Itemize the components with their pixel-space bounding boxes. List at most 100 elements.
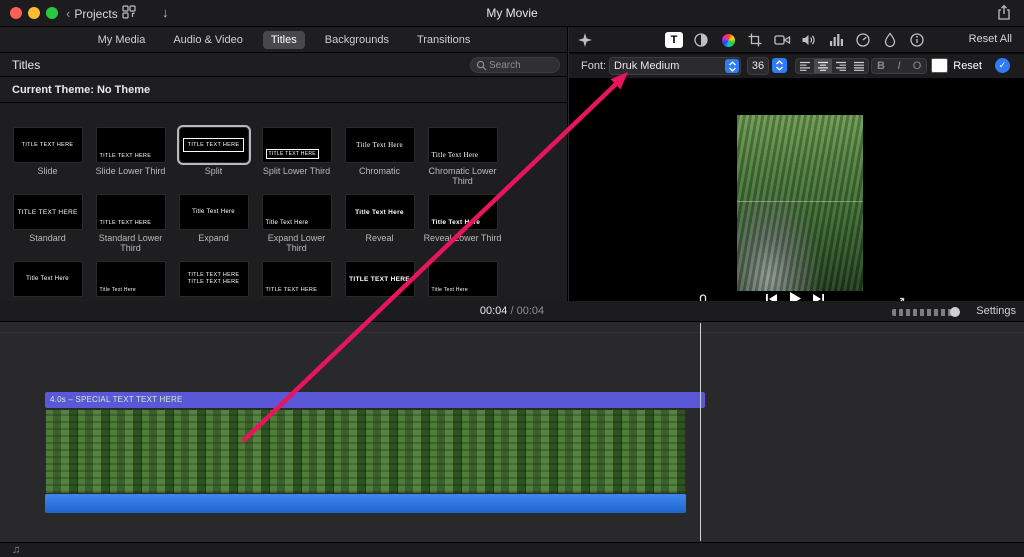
current-theme-label: Current Theme: No Theme bbox=[12, 84, 151, 96]
title-settings-icon[interactable]: T bbox=[665, 31, 683, 49]
title-cell-row3-5[interactable]: TITLE TEXT HERE bbox=[338, 261, 421, 301]
minimize-button[interactable] bbox=[28, 7, 40, 19]
viewer bbox=[569, 79, 1024, 312]
title-cell-standard-lower[interactable]: TITLE TEXT HERE Standard Lower Third bbox=[89, 194, 172, 261]
title-cell-chromatic-lower[interactable]: Title Text Here Chromatic Lower Third bbox=[421, 127, 504, 194]
reset-all-button[interactable]: Reset All bbox=[969, 33, 1012, 45]
text-alignment-group bbox=[795, 58, 869, 74]
zoom-button[interactable] bbox=[46, 7, 58, 19]
title-cell-row3-1[interactable]: Title Text Here bbox=[6, 261, 89, 301]
title-cell-slide-lower[interactable]: TITLE TEXT HERE Slide Lower Third bbox=[89, 127, 172, 194]
timeline[interactable]: 4.0s – SPECIAL TEXT TEXT HERE bbox=[0, 323, 1024, 542]
audio-clip[interactable] bbox=[45, 494, 686, 513]
align-right-button[interactable] bbox=[832, 59, 850, 73]
playhead[interactable] bbox=[700, 323, 701, 541]
title-cell-reveal-lower[interactable]: Title Text Here Reveal Lower Third bbox=[421, 194, 504, 261]
camera-stabilization-icon[interactable] bbox=[773, 31, 791, 49]
text-color-swatch[interactable] bbox=[931, 58, 948, 73]
thumb-text: Title Text Here bbox=[431, 219, 481, 226]
title-cell-split-selected[interactable]: TITLE TEXT HERE Split bbox=[172, 127, 255, 194]
title-label: Slide Lower Third bbox=[95, 166, 166, 176]
title-cell-standard[interactable]: TITLE TEXT HERE Standard bbox=[6, 194, 89, 261]
font-dropdown[interactable]: Druk Medium bbox=[609, 57, 741, 75]
import-arrow-icon[interactable]: ↓ bbox=[162, 5, 169, 20]
timeline-ruler-line bbox=[0, 332, 1024, 333]
font-settings-row: Font: Druk Medium 36 B I O Reset ✓ bbox=[569, 54, 1024, 79]
current-time: 00:04 bbox=[479, 305, 508, 317]
thumb-text: TITLE TEXT HERE bbox=[265, 287, 318, 293]
timeline-settings-button[interactable]: Settings bbox=[976, 305, 1016, 317]
titlebar: ‹ Projects ↓ My Movie bbox=[0, 0, 1024, 27]
window-title: My Movie bbox=[486, 6, 538, 20]
music-note-icon: ♫ bbox=[12, 544, 21, 556]
font-size-field[interactable]: 36 bbox=[747, 57, 769, 75]
thumb-text: TITLE TEXT HERE bbox=[99, 220, 152, 226]
tab-backgrounds[interactable]: Backgrounds bbox=[317, 31, 397, 49]
title-label: Split bbox=[204, 166, 223, 176]
equalizer-icon[interactable] bbox=[827, 31, 845, 49]
title-cell-row3-6[interactable]: Title Text Here bbox=[421, 261, 504, 301]
color-correction-icon[interactable] bbox=[692, 31, 710, 49]
share-icon[interactable] bbox=[996, 4, 1012, 22]
align-left-button[interactable] bbox=[796, 59, 814, 73]
video-clip[interactable] bbox=[45, 410, 686, 493]
thumb-text: Title Text Here bbox=[356, 141, 403, 149]
thumb-text: TITLE TEXT HERE bbox=[265, 149, 319, 159]
title-label: Slide bbox=[37, 166, 58, 176]
zoom-slider-knob[interactable] bbox=[950, 307, 960, 317]
titles-grid: TITLE TEXT HERE Slide TITLE TEXT HERE Sl… bbox=[6, 127, 508, 301]
media-tabbar: My Media Audio & Video Titles Background… bbox=[0, 27, 567, 53]
title-label: Chromatic bbox=[358, 166, 400, 176]
bold-button[interactable]: B bbox=[872, 59, 890, 73]
media-browser-icon[interactable] bbox=[122, 5, 136, 19]
tab-transitions[interactable]: Transitions bbox=[409, 31, 478, 49]
title-cell-reveal[interactable]: Title Text Here Reveal bbox=[338, 194, 421, 261]
title-label: Standard bbox=[29, 233, 66, 243]
thumb-text: Title Text Here bbox=[265, 220, 309, 226]
color-wheel-icon[interactable] bbox=[719, 31, 737, 49]
thumb-text: Title Text Here bbox=[431, 287, 468, 293]
thumb-text: Title Text Here bbox=[355, 208, 404, 216]
close-button[interactable] bbox=[10, 7, 22, 19]
timeline-bottom-bar: ♫ bbox=[0, 542, 1024, 557]
text-style-group: B I O bbox=[871, 58, 927, 74]
dropdown-stepper-icon bbox=[725, 59, 739, 73]
speed-icon[interactable] bbox=[854, 31, 872, 49]
title-cell-split-lower[interactable]: TITLE TEXT HERE Split Lower Third bbox=[255, 127, 338, 194]
font-size-stepper[interactable] bbox=[772, 58, 787, 73]
crop-icon[interactable] bbox=[746, 31, 764, 49]
title-cell-row3-4[interactable]: TITLE TEXT HERE bbox=[255, 261, 338, 301]
thumb-text: TITLE TEXT HERE bbox=[21, 142, 74, 148]
search-input[interactable] bbox=[487, 58, 553, 72]
enhance-icon[interactable] bbox=[577, 32, 593, 48]
align-justify-button[interactable] bbox=[850, 59, 868, 73]
title-clip[interactable]: 4.0s – SPECIAL TEXT TEXT HERE bbox=[45, 392, 705, 408]
tab-audio-video[interactable]: Audio & Video bbox=[165, 31, 251, 49]
tab-my-media[interactable]: My Media bbox=[90, 31, 154, 49]
projects-back-button[interactable]: ‹ Projects bbox=[66, 6, 118, 21]
effects-droplet-icon[interactable] bbox=[881, 31, 899, 49]
projects-label: Projects bbox=[74, 7, 118, 21]
outline-button[interactable]: O bbox=[908, 59, 926, 73]
font-reset-button[interactable]: Reset bbox=[953, 60, 982, 72]
preview-video-frame bbox=[737, 115, 863, 291]
title-cell-slide[interactable]: TITLE TEXT HERE Slide bbox=[6, 127, 89, 194]
tab-titles[interactable]: Titles bbox=[262, 30, 305, 49]
volume-icon[interactable] bbox=[800, 31, 818, 49]
info-icon[interactable] bbox=[908, 31, 926, 49]
search-field[interactable] bbox=[470, 57, 560, 73]
timeline-zoom-slider[interactable] bbox=[892, 307, 960, 317]
align-center-button[interactable] bbox=[814, 59, 832, 73]
title-cell-expand[interactable]: Title Text Here Expand bbox=[172, 194, 255, 261]
title-cell-row3-3[interactable]: TITLE TEXT HERE TITLE TEXT HERE bbox=[172, 261, 255, 301]
title-label: Reveal bbox=[365, 233, 394, 243]
title-cell-chromatic[interactable]: Title Text Here Chromatic bbox=[338, 127, 421, 194]
italic-button[interactable]: I bbox=[890, 59, 908, 73]
thumb-text: TITLE TEXT HERE bbox=[17, 208, 78, 216]
title-cell-expand-lower[interactable]: Title Text Here Expand Lower Third bbox=[255, 194, 338, 261]
font-label: Font: bbox=[581, 60, 607, 72]
apply-check-button[interactable]: ✓ bbox=[995, 58, 1010, 73]
title-cell-row3-2[interactable]: Title Text Here bbox=[89, 261, 172, 301]
thumb-text: TITLE TEXT HERE bbox=[99, 153, 152, 159]
thumb-text: TITLE TEXT HERE bbox=[349, 275, 410, 283]
